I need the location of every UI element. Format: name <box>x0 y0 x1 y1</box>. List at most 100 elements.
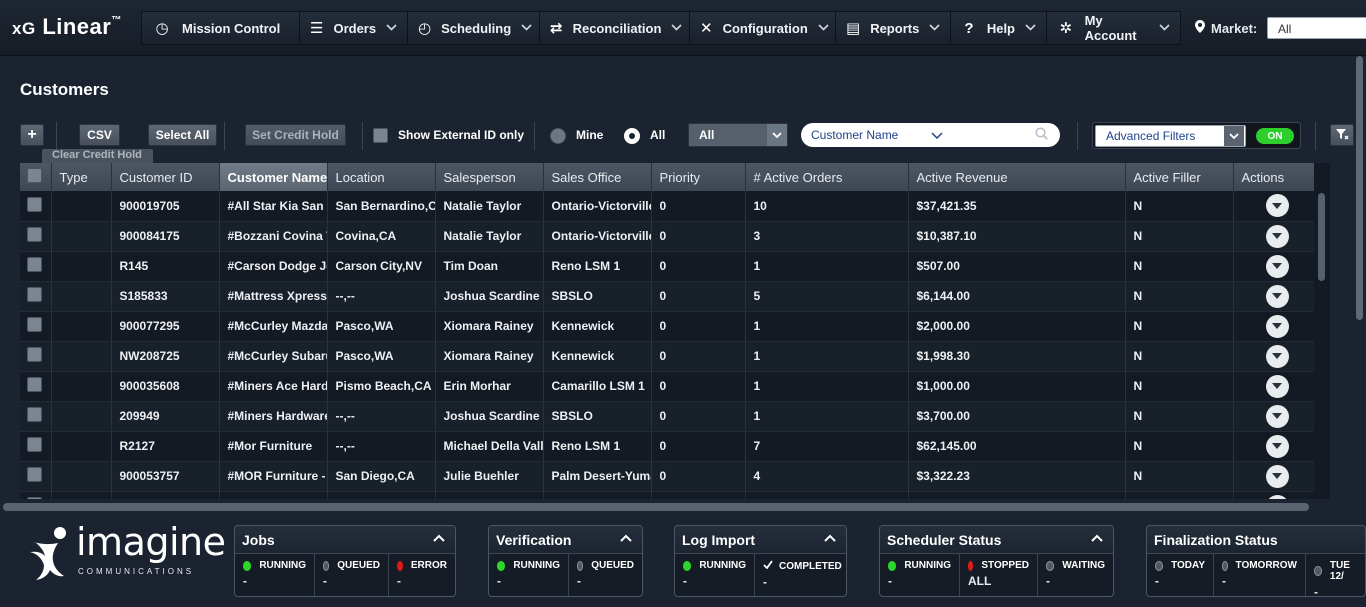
status-value: - <box>683 574 687 588</box>
csv-export-button[interactable]: CSV <box>79 124 120 146</box>
customer-search-field[interactable]: Customer Name <box>801 123 1060 147</box>
column-header-active-orders[interactable]: # Active Orders <box>745 163 909 191</box>
row-checkbox[interactable] <box>27 497 42 499</box>
row-checkbox[interactable] <box>27 257 42 272</box>
nav-orders[interactable]: ☰ Orders <box>299 11 407 45</box>
column-header-location[interactable]: Location <box>327 163 436 191</box>
row-actions-button[interactable] <box>1265 374 1289 398</box>
set-credit-hold-button[interactable]: Set Credit Hold <box>245 124 346 146</box>
table-row[interactable]: 900035608#Miners Ace HardwarePismo Beach… <box>20 371 1330 402</box>
row-actions-button[interactable] <box>1265 404 1289 428</box>
mine-radio[interactable] <box>550 128 566 144</box>
row-checkbox[interactable] <box>27 287 42 302</box>
search-icon[interactable] <box>1035 127 1048 143</box>
row-checkbox[interactable] <box>27 407 42 422</box>
all-radio[interactable] <box>624 128 640 144</box>
table-row[interactable]: 900077295 #McCurley Mazda Pasco,WA Xiomara … <box>20 311 1330 342</box>
customer-id-cell: NW208725 <box>111 341 220 372</box>
status-cell-running[interactable]: RUNNING - <box>489 554 569 596</box>
row-checkbox[interactable] <box>27 437 42 452</box>
table-row[interactable]: 209949 #Miners Hardware --,-- Joshua Scardi… <box>20 401 1330 432</box>
column-header-customer-name[interactable]: Customer Name <box>219 163 328 191</box>
table-row[interactable]: S185833 #Mattress Xpress --,-- Joshua Scard… <box>20 281 1330 312</box>
column-header-sales-office[interactable]: Sales Office <box>543 163 652 191</box>
scrollbar-thumb[interactable] <box>1356 56 1363 320</box>
column-header-priority[interactable]: Priority <box>651 163 746 191</box>
chevron-up-icon[interactable] <box>824 529 836 545</box>
status-cell-running[interactable]: RUNNING - <box>880 554 960 596</box>
nav-help[interactable]: ? Help <box>950 11 1046 45</box>
row-actions-button[interactable] <box>1265 284 1289 308</box>
select-all-rows-checkbox[interactable] <box>27 168 42 183</box>
row-actions-button[interactable] <box>1265 314 1289 338</box>
row-checkbox[interactable] <box>27 377 42 392</box>
active-filler-cell: N <box>1125 401 1234 432</box>
table-row[interactable]: R145#Carson Dodge JeepCarson City,NVTim … <box>20 251 1330 282</box>
row-actions-button[interactable] <box>1265 464 1289 488</box>
status-cell-queued[interactable]: QUEUED - <box>315 554 389 596</box>
advanced-filters-toggle[interactable]: ON <box>1256 128 1294 144</box>
clear-credit-hold-button[interactable]: Clear Credit Hold <box>42 149 153 163</box>
table-row[interactable] <box>20 491 1330 499</box>
row-checkbox[interactable] <box>27 467 42 482</box>
select-all-rows-checkbox-cell[interactable] <box>20 163 52 191</box>
nav-configuration[interactable]: ✕ Configuration <box>689 11 835 45</box>
status-cell-tomorrow[interactable]: TOMORROW - <box>1214 554 1306 596</box>
status-label: TODAY <box>1171 560 1205 571</box>
market-select[interactable]: All <box>1267 17 1366 39</box>
row-checkbox[interactable] <box>27 196 42 212</box>
chevron-up-icon[interactable] <box>433 529 445 545</box>
salesperson-cell <box>435 491 544 499</box>
status-cell-waiting[interactable]: WAITING - <box>1038 554 1113 596</box>
row-actions-button[interactable] <box>1265 224 1289 248</box>
row-actions-button[interactable] <box>1265 344 1289 368</box>
column-header-active-revenue[interactable]: Active Revenue <box>908 163 1126 191</box>
table-row[interactable]: 900053757#MOR Furniture - YumaSan Diego,… <box>20 461 1330 492</box>
table-row[interactable]: 900019705#All Star Kia San BernardinoSan… <box>20 191 1330 222</box>
clear-filter-button[interactable] <box>1330 124 1354 146</box>
column-header-type[interactable]: Type <box>51 163 112 191</box>
show-external-id-checkbox[interactable] <box>373 128 388 143</box>
grid-horizontal-scrollbar[interactable] <box>3 503 1309 511</box>
table-row[interactable]: R2127 #Mor Furniture --,-- Michael Della Va… <box>20 431 1330 462</box>
status-cell-today[interactable]: TODAY - <box>1147 554 1214 596</box>
add-customer-button[interactable]: + <box>20 124 44 146</box>
status-red-indicator-icon <box>968 560 974 571</box>
nav-mission-control[interactable]: ◷ Mission Control <box>141 11 299 45</box>
scrollbar-thumb[interactable] <box>1318 193 1325 281</box>
row-checkbox[interactable] <box>27 347 42 362</box>
column-header-active-filler[interactable]: Active Filler <box>1125 163 1234 191</box>
status-cell-tue-12[interactable]: TUE 12/- <box>1306 554 1365 596</box>
grid-vertical-scrollbar[interactable] <box>1314 163 1330 499</box>
search-field-selector[interactable]: Customer Name <box>801 128 931 142</box>
status-cell-completed[interactable]: COMPLETED - <box>755 554 846 596</box>
nav-scheduling[interactable]: ◴ Scheduling <box>407 11 539 45</box>
status-cell-queued[interactable]: QUEUED - <box>569 554 642 596</box>
nav-reports[interactable]: ▤ Reports <box>835 11 950 45</box>
row-checkbox-cell <box>20 341 52 372</box>
table-row[interactable]: NW208725 #McCurley Subaru Pasco,WA Xiomara … <box>20 341 1330 372</box>
row-actions-button[interactable] <box>1265 434 1289 458</box>
status-cell-running[interactable]: RUNNING - <box>675 554 755 596</box>
row-actions-button[interactable] <box>1265 494 1289 499</box>
location-cell: San Diego,CA <box>327 461 436 492</box>
page-vertical-scrollbar[interactable] <box>1353 56 1366 496</box>
status-cell-stopped[interactable]: STOPPED ALL <box>960 554 1038 596</box>
nav-my-account[interactable]: ✲ My Account <box>1046 11 1181 45</box>
column-header-salesperson[interactable]: Salesperson <box>435 163 544 191</box>
column-header-customer-id[interactable]: Customer ID <box>111 163 220 191</box>
select-all-button[interactable]: Select All <box>148 124 217 146</box>
chevron-up-icon[interactable] <box>1091 529 1103 545</box>
row-actions-button[interactable] <box>1265 194 1289 218</box>
status-cell-running[interactable]: RUNNING - <box>235 554 315 596</box>
row-actions-button[interactable] <box>1265 254 1289 278</box>
reconcile-icon: ⇄ <box>550 20 563 37</box>
table-row[interactable]: 900084175#Bozzani Covina VWCovina,CANata… <box>20 221 1330 252</box>
status-cell-error[interactable]: ERROR - <box>389 554 455 596</box>
chevron-up-icon[interactable] <box>620 529 632 545</box>
scope-select[interactable]: All <box>688 123 788 147</box>
row-checkbox[interactable] <box>27 317 42 332</box>
nav-reconciliation[interactable]: ⇄ Reconciliation <box>539 11 689 45</box>
advanced-filters-select[interactable]: Advanced Filters <box>1095 125 1246 147</box>
row-checkbox[interactable] <box>27 227 42 242</box>
